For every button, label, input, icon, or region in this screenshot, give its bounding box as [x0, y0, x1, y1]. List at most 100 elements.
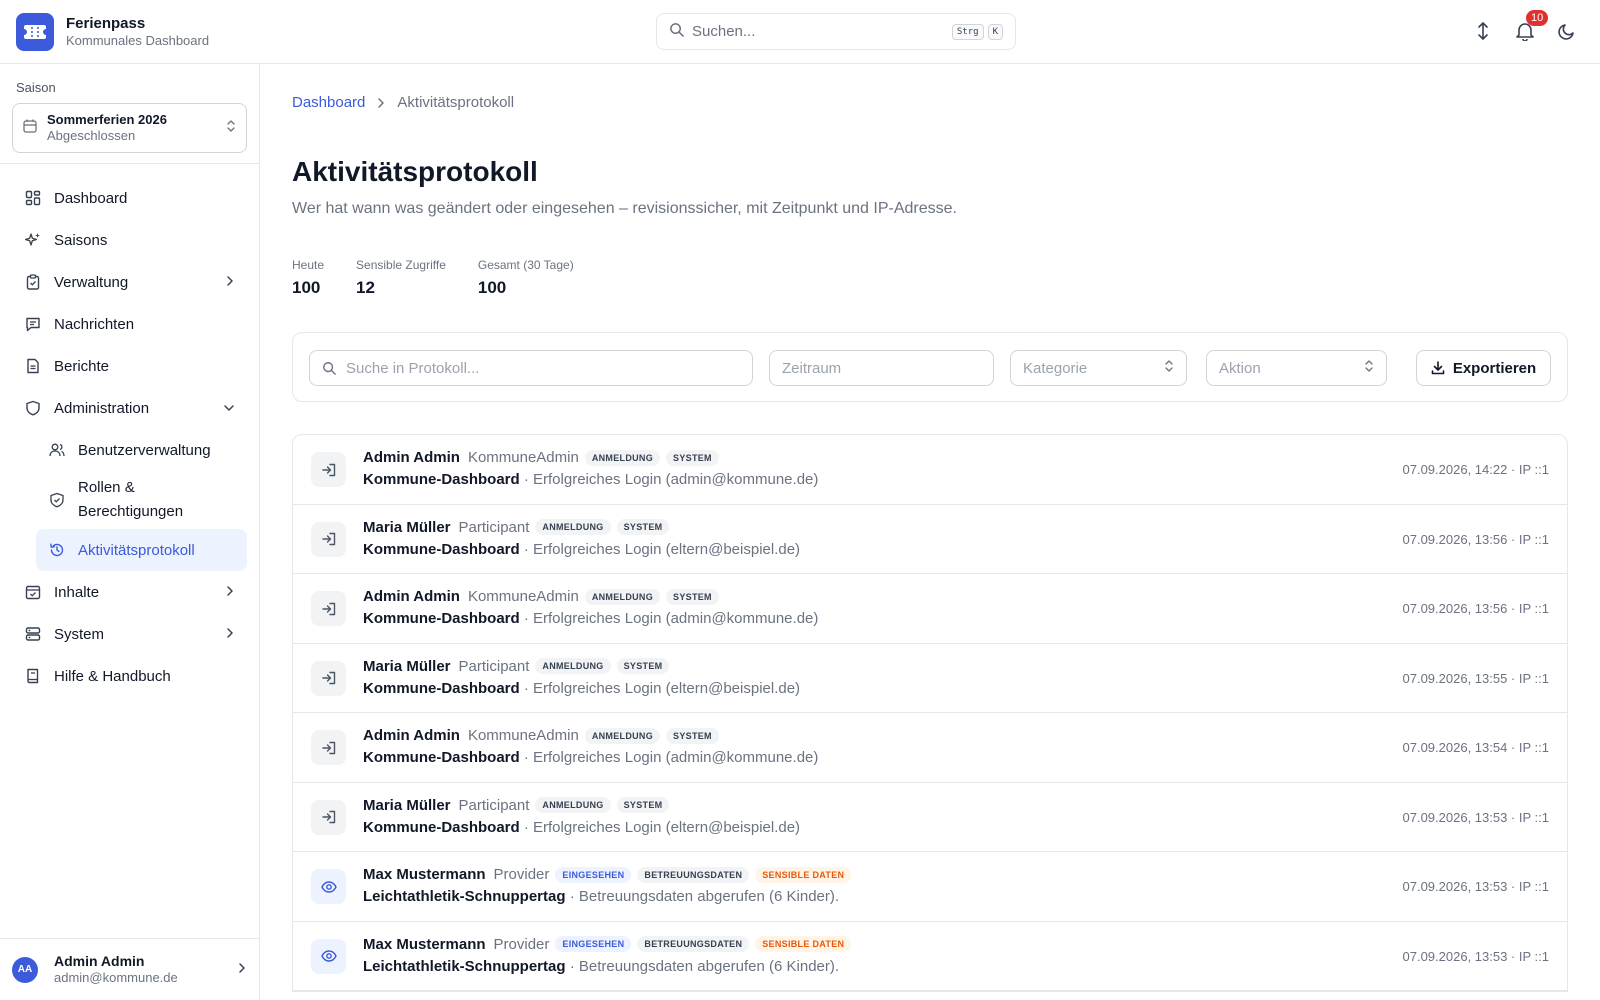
global-search[interactable]: Strg K	[656, 13, 1016, 50]
sidebar-item-label: Administration	[54, 399, 150, 417]
log-target: Kommune-Dashboard	[363, 540, 520, 558]
arrows-vertical-icon	[1478, 22, 1488, 40]
log-badge: SYSTEM	[616, 519, 670, 535]
message-icon	[24, 315, 42, 333]
user-name: Admin Admin	[54, 953, 145, 969]
log-badge: BETREUUNGSDATEN	[637, 936, 750, 952]
server-icon	[24, 625, 42, 643]
log-user: Admin Admin	[363, 449, 460, 466]
log-description: · Erfolgreiches Login (eltern@beispiel.d…	[519, 818, 801, 836]
season-select[interactable]: Sommerferien 2026 Abgeschlossen	[12, 103, 247, 153]
sidebar-item-administration[interactable]: Administration	[12, 387, 247, 429]
page-title: Aktivitätsprotokoll	[292, 156, 538, 187]
dark-mode-toggle[interactable]	[1556, 18, 1578, 44]
log-row[interactable]: Admin Admin KommuneAdmin ANMELDUNG SYSTEM Ko…	[293, 574, 1567, 644]
download-icon	[1431, 361, 1445, 375]
sidebar-item-inhalte[interactable]: Inhalte	[12, 571, 247, 613]
log-user: Admin Admin	[363, 727, 460, 744]
season-name: Sommerferien 2026	[47, 112, 167, 127]
sidebar-item-verwaltung[interactable]: Verwaltung	[12, 261, 247, 303]
login-icon	[311, 730, 346, 765]
log-role: Provider	[493, 866, 550, 883]
sidebar-item-system[interactable]: System	[12, 613, 247, 655]
log-row[interactable]: Admin Admin KommuneAdmin ANMELDUNG SYSTEM Ko…	[293, 713, 1567, 783]
sort-toggle-button[interactable]	[1472, 18, 1494, 44]
log-timestamp-ip: 07.09.2026, 13:55 · IP ::1	[1402, 670, 1550, 686]
log-badge: ANMELDUNG	[535, 658, 611, 674]
log-badge: EINGESEHEN	[555, 936, 632, 952]
log-badge: ANMELDUNG	[535, 519, 611, 535]
users-icon	[48, 441, 66, 459]
log-timestamp-ip: 07.09.2026, 13:54 · IP ::1	[1402, 740, 1550, 755]
log-user: Maria Müller	[363, 657, 451, 675]
log-row[interactable]: Admin Admin KommuneAdmin ANMELDUNG SYSTEM Ko…	[293, 435, 1567, 505]
log-badge: BETREUUNGSDATEN	[637, 866, 750, 883]
log-badge: SYSTEM	[666, 588, 719, 605]
sidebar-item-dashboard[interactable]: Dashboard	[12, 177, 247, 219]
sidebar-item-label: Verwaltung	[54, 273, 129, 291]
log-row[interactable]: Maria Müller Participant ANMELDUNG SYSTEM Ko…	[293, 644, 1567, 713]
log-description: · Erfolgreiches Login (eltern@beispiel.d…	[519, 679, 801, 697]
log-search-input[interactable]	[346, 359, 740, 377]
zeitraum-input[interactable]	[782, 359, 981, 377]
log-role: Participant	[458, 518, 530, 536]
log-user: Admin Admin	[363, 588, 460, 605]
sidebar-item-saisons[interactable]: Saisons	[12, 219, 247, 261]
log-badge: SENSIBLE DATEN	[755, 936, 852, 952]
breadcrumb-home-link[interactable]: Dashboard	[292, 94, 365, 111]
breadcrumb: Dashboard Aktivitätsprotokoll	[292, 94, 514, 111]
export-button[interactable]: Exportieren	[1416, 350, 1551, 386]
log-description: · Erfolgreiches Login (eltern@beispiel.d…	[519, 540, 801, 558]
log-user: Maria Müller	[363, 796, 451, 814]
log-row[interactable]: Max Mustermann Provider EINGESEHEN BETREUUN…	[293, 852, 1567, 922]
stat-label: Sensible Zugriffe	[356, 258, 446, 272]
shield-check-icon	[48, 491, 66, 509]
brand-title: Ferienpass	[66, 15, 146, 32]
avatar: AA	[12, 956, 38, 983]
sidebar-item-hilfe[interactable]: Hilfe & Handbuch	[12, 655, 247, 697]
sidebar-item-rollen[interactable]: Rollen & Berechtigungen	[36, 471, 247, 529]
log-row[interactable]: Maria Müller Participant ANMELDUNG SYSTEM Ko…	[293, 783, 1567, 852]
sidebar: Saison Sommerferien 2026 Abgeschlossen D…	[0, 64, 260, 1000]
log-description: · Erfolgreiches Login (admin@kommune.de)	[519, 610, 819, 627]
sparkles-icon	[24, 231, 42, 249]
stat-value: 100	[292, 278, 321, 297]
global-search-input[interactable]	[692, 23, 948, 40]
sidebar-item-label: Berichte	[54, 357, 110, 375]
log-target: Kommune-Dashboard	[363, 610, 520, 627]
sidebar-item-label: Rollen & Berechtigungen	[78, 479, 184, 520]
chevron-right-icon	[237, 961, 247, 979]
log-row[interactable]: Max Mustermann Provider EINGESEHEN BETREUUN…	[293, 922, 1567, 991]
history-icon	[48, 541, 66, 559]
sidebar-item-label: Aktivitätsprotokoll	[78, 541, 195, 559]
log-timestamp-ip: 07.09.2026, 13:53 · IP ::1	[1402, 948, 1550, 964]
log-badge: SENSIBLE DATEN	[755, 866, 852, 883]
filter-bar: Kategorie Aktion Exportieren	[292, 332, 1568, 402]
sidebar-item-benutzerverwaltung[interactable]: Benutzerverwaltung	[36, 429, 247, 471]
sidebar-item-label: System	[54, 625, 105, 643]
sidebar-item-label: Dashboard	[54, 189, 128, 207]
sidebar-item-nachrichten[interactable]: Nachrichten	[12, 303, 247, 345]
sidebar-item-aktivitaetsprotokoll[interactable]: Aktivitätsprotokoll	[36, 529, 247, 571]
chevron-right-icon	[225, 274, 235, 291]
sidebar-item-berichte[interactable]: Berichte	[12, 345, 247, 387]
log-role: KommuneAdmin	[467, 727, 579, 744]
user-email: admin@kommune.de	[54, 970, 178, 985]
chevron-right-icon	[225, 626, 235, 643]
aktion-select[interactable]: Aktion	[1206, 350, 1387, 386]
log-search-field[interactable]	[309, 350, 753, 386]
book-icon	[24, 667, 42, 685]
stat-label: Gesamt (30 Tage)	[477, 258, 574, 272]
zeitraum-field[interactable]	[769, 350, 994, 386]
log-role: Participant	[458, 657, 530, 675]
kategorie-placeholder: Kategorie	[1023, 359, 1088, 377]
kategorie-select[interactable]: Kategorie	[1010, 350, 1187, 386]
brand[interactable]: Ferienpass Kommunales Dashboard	[16, 13, 209, 51]
user-menu[interactable]: AA Admin Admin admin@kommune.de	[0, 938, 259, 1000]
notifications-button[interactable]: 10	[1514, 10, 1549, 44]
log-row[interactable]: Maria Müller Participant ANMELDUNG SYSTEM Ko…	[293, 505, 1567, 574]
season-label: Saison	[16, 80, 56, 95]
stat-value: 100	[477, 278, 507, 297]
log-timestamp-ip: 07.09.2026, 13:56 · IP ::1	[1402, 601, 1550, 616]
log-badge: ANMELDUNG	[584, 588, 661, 605]
